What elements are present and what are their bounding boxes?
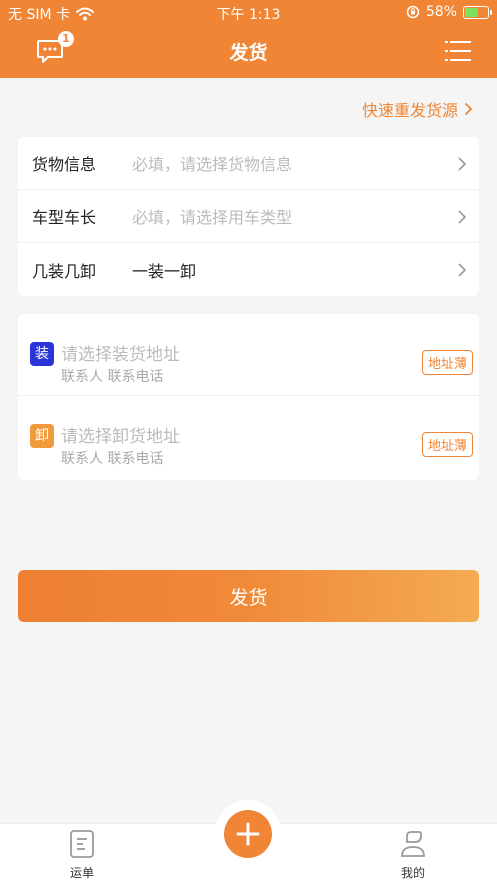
- chevron-right-icon: [464, 102, 473, 116]
- load-address-book-button[interactable]: 地址薄: [421, 350, 473, 375]
- unload-address-book-button[interactable]: 地址薄: [421, 432, 473, 457]
- load-contact-text: 联系人 联系电话: [61, 369, 164, 385]
- load-unload-count-label: 几装几卸: [32, 261, 97, 281]
- unload-address-row[interactable]: 卸 请选择卸货地址 联系人 联系电话 地址薄: [18, 396, 479, 478]
- status-bar: 无 SIM 卡 下午 1:13 58%: [0, 0, 497, 26]
- load-address-row[interactable]: 装 请选择装货地址 联系人 联系电话 地址薄: [18, 314, 479, 396]
- header: 无 SIM 卡 下午 1:13 58% 1 发货: [0, 0, 497, 78]
- cargo-info-label: 货物信息: [32, 155, 97, 174]
- quick-repost-link[interactable]: 快速重发货源: [362, 97, 473, 121]
- address-card: 装 请选择装货地址 联系人 联系电话 地址薄 卸 请选择卸货地址 联系人 联系电…: [18, 314, 479, 480]
- quick-repost-label: 快速重发货源: [361, 101, 458, 120]
- app-root: 无 SIM 卡 下午 1:13 58% 1 发货 快速重发货源 货物信息 必填，…: [0, 0, 497, 883]
- load-address-placeholder: 请选择装货地址: [61, 345, 180, 365]
- cargo-form-card: 货物信息 必填，请选择货物信息 车型车长 必填，请选择用车类型 几装几卸 一装一…: [18, 137, 479, 296]
- tab-mine-label: 我的: [400, 866, 425, 880]
- chevron-right-icon: [458, 157, 467, 171]
- unload-contact-text: 联系人 联系电话: [61, 451, 164, 467]
- status-right: 58%: [406, 4, 492, 20]
- page-title: 发货: [229, 42, 268, 64]
- vehicle-type-value: 必填，请选择用车类型: [132, 208, 293, 227]
- battery-icon: [463, 5, 492, 19]
- unload-badge: 卸: [30, 424, 54, 448]
- menu-button[interactable]: [445, 40, 471, 62]
- plus-icon: [236, 822, 260, 846]
- document-icon: [70, 830, 94, 858]
- publish-plus-button[interactable]: [224, 810, 272, 858]
- submit-shipment-button[interactable]: 发货: [18, 570, 479, 622]
- battery-fill: [465, 7, 478, 17]
- unload-address-placeholder: 请选择卸货地址: [61, 427, 180, 447]
- cargo-info-row[interactable]: 货物信息 必填，请选择货物信息: [18, 137, 479, 190]
- orientation-lock-icon: [406, 5, 420, 19]
- load-unload-count-value: 一装一卸: [132, 261, 197, 281]
- load-unload-count-row[interactable]: 几装几卸 一装一卸: [18, 243, 479, 296]
- tab-waybill[interactable]: 运单: [42, 830, 122, 881]
- vehicle-type-row[interactable]: 车型车长 必填，请选择用车类型: [18, 190, 479, 243]
- vehicle-type-label: 车型车长: [32, 208, 97, 227]
- chevron-right-icon: [458, 263, 467, 277]
- nav-bar: 1 发货: [0, 26, 497, 78]
- list-menu-icon: [445, 41, 471, 61]
- tab-mine[interactable]: 我的: [373, 830, 453, 881]
- cargo-info-value: 必填，请选择货物信息: [132, 155, 293, 174]
- battery-percent: 58%: [425, 4, 457, 20]
- user-icon: [401, 831, 425, 857]
- tab-waybill-label: 运单: [69, 866, 94, 880]
- chevron-right-icon: [458, 210, 467, 224]
- load-badge: 装: [30, 342, 54, 366]
